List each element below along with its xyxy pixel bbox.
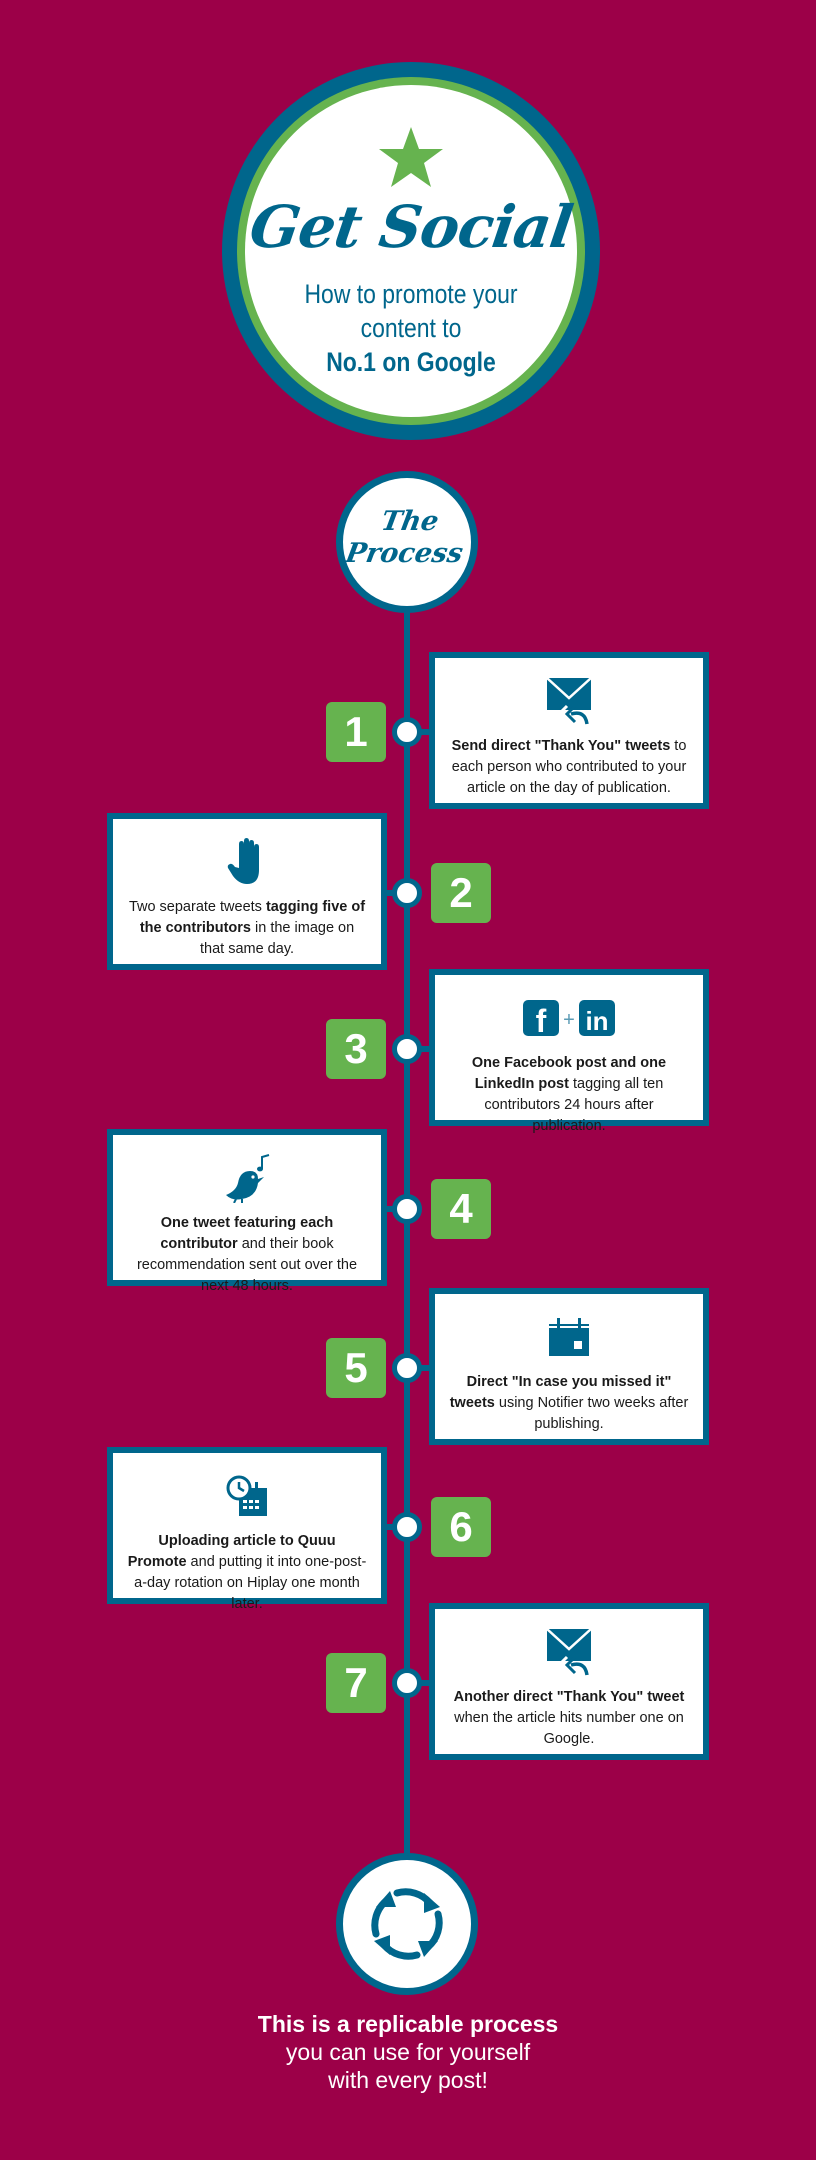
closing-line: This is a replicable process <box>257 2011 559 2037</box>
process-label-line: The <box>378 506 442 537</box>
step-text: Two separate tweets <box>128 899 266 915</box>
step-number-badge: 7 <box>326 1653 386 1713</box>
step-card: Direct "In case you missed it" tweets us… <box>429 1288 709 1445</box>
step-description: Two separate tweets tagging five of the … <box>113 891 381 972</box>
hero-content: Get Social How to promote your content t… <box>245 85 577 417</box>
step-text: using Notifier two weeks after publishin… <box>494 1395 689 1432</box>
step-card: Another direct "Thank You" tweet when th… <box>429 1603 709 1760</box>
step-number-badge: 2 <box>431 863 491 923</box>
envelope-reply-icon <box>435 1623 703 1681</box>
step-text: when the article hits number one on Goog… <box>454 1710 684 1747</box>
timeline-node <box>392 1668 422 1698</box>
step-number-badge: 5 <box>326 1338 386 1398</box>
hero-subtitle-emphasis: No.1 on Google <box>326 347 496 377</box>
hand-icon <box>113 833 381 891</box>
clock-calendar-icon <box>113 1467 381 1525</box>
hero-badge: Get Social How to promote your content t… <box>222 62 600 440</box>
star-icon <box>379 127 443 187</box>
step-card: Uploading article to Quuu Promote and pu… <box>107 1447 387 1612</box>
step-description: Direct "In case you missed it" tweets us… <box>435 1366 703 1447</box>
step-number-badge: 1 <box>326 702 386 762</box>
singing-bird-icon <box>113 1149 381 1207</box>
svg-text:in: in <box>585 1006 608 1036</box>
step-description: One Facebook post and one LinkedIn post … <box>435 1047 703 1149</box>
closing-line: you can use for yourself <box>285 2039 531 2065</box>
process-header-circle: The Process <box>336 471 478 613</box>
closing-line: with every post! <box>328 2067 488 2093</box>
timeline-node <box>392 878 422 908</box>
process-label: The Process <box>337 506 476 570</box>
timeline-node <box>392 1194 422 1224</box>
timeline-node <box>392 1512 422 1542</box>
step-description: Uploading article to Quuu Promote and pu… <box>113 1525 381 1627</box>
step-card: Two separate tweets tagging five of the … <box>107 813 387 970</box>
timeline-node <box>392 717 422 747</box>
hero-subtitle-line: How to promote your <box>304 279 518 309</box>
step-description: Another direct "Thank You" tweet when th… <box>435 1681 703 1762</box>
step-description: Send direct "Thank You" tweets to each p… <box>435 730 703 811</box>
hero-green-ring: Get Social How to promote your content t… <box>237 77 585 425</box>
hero-title: Get Social <box>245 193 577 261</box>
calendar-icon <box>435 1308 703 1366</box>
step-card: One tweet featuring each contributor and… <box>107 1129 387 1294</box>
svg-text:+: + <box>563 1009 575 1031</box>
cycle-arrows-icon <box>371 1888 443 1960</box>
hero-subtitle-line: content to <box>360 313 462 343</box>
closing-message: This is a replicable process you can use… <box>208 2010 608 2094</box>
step-text-bold: Send direct "Thank You" tweets <box>451 738 671 754</box>
facebook-plus-linkedin-icon: f + in <box>435 989 703 1047</box>
closing-circle <box>336 1853 478 1995</box>
step-number-badge: 3 <box>326 1019 386 1079</box>
timeline-node <box>392 1353 422 1383</box>
timeline-node <box>392 1034 422 1064</box>
envelope-reply-icon <box>435 672 703 730</box>
step-card: f + in One Facebook post and one LinkedIn p… <box>429 969 709 1134</box>
step-text-bold: Another direct "Thank You" tweet <box>453 1689 685 1705</box>
svg-text:f: f <box>536 1003 547 1037</box>
hero-subtitle: How to promote your content to No.1 on G… <box>270 277 552 379</box>
step-description: One tweet featuring each contributor and… <box>113 1207 381 1309</box>
process-label-line: Process <box>343 538 466 569</box>
step-number-badge: 6 <box>431 1497 491 1557</box>
step-card: Send direct "Thank You" tweets to each p… <box>429 652 709 809</box>
step-number-badge: 4 <box>431 1179 491 1239</box>
